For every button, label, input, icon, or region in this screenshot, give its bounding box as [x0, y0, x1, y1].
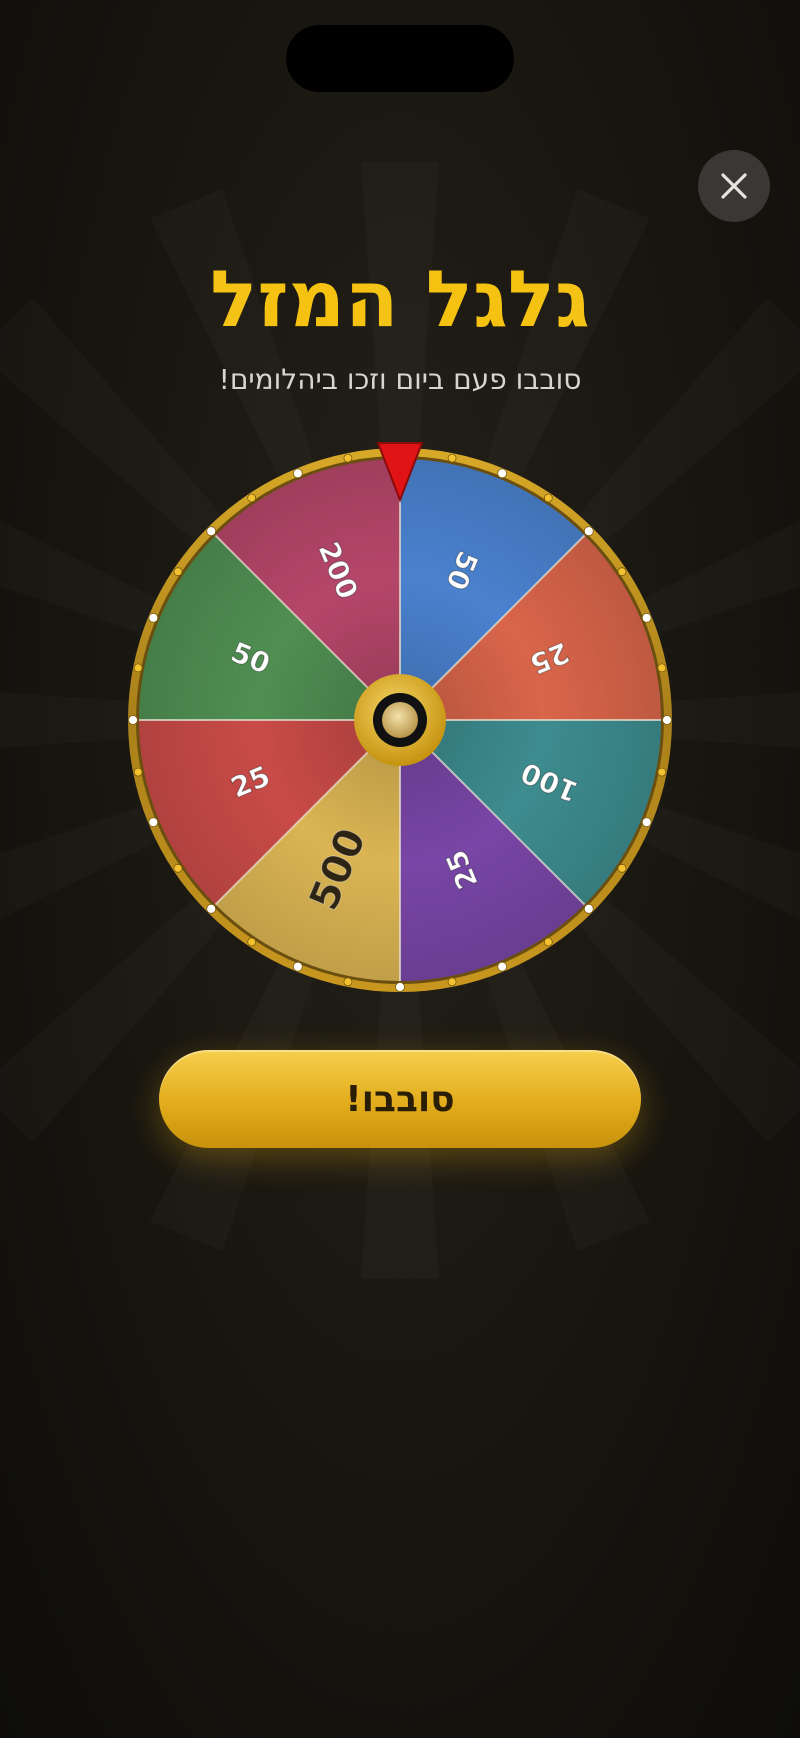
rim-stud	[173, 567, 183, 577]
rim-stud	[583, 526, 594, 537]
rim-stud	[343, 977, 353, 987]
rim-stud	[148, 612, 159, 623]
rim-stud	[292, 468, 303, 479]
rim-stud	[206, 903, 217, 914]
spin-button[interactable]: סובבו!	[159, 1050, 641, 1148]
rim-stud	[641, 612, 652, 623]
rim-stud	[148, 817, 159, 828]
rim-stud	[497, 961, 508, 972]
rim-stud	[247, 937, 257, 947]
rim-stud	[133, 663, 143, 673]
rim-stud	[662, 715, 672, 725]
rim-stud	[657, 767, 667, 777]
rim-stud	[206, 526, 217, 537]
rim-stud	[617, 863, 627, 873]
rim-stud	[617, 567, 627, 577]
wheel-hub	[354, 674, 446, 766]
rim-stud	[247, 493, 257, 503]
rim-stud	[447, 977, 457, 987]
rim-stud	[292, 961, 303, 972]
prize-wheel[interactable]: 5025100255002550200	[0, 0, 800, 1738]
rim-stud	[133, 767, 143, 777]
rim-stud	[543, 937, 553, 947]
rim-stud	[543, 493, 553, 503]
rim-stud	[583, 903, 594, 914]
rim-stud	[128, 715, 138, 725]
spin-button-label: סובבו!	[345, 1078, 455, 1120]
rim-stud	[447, 453, 457, 463]
rim-stud	[343, 453, 353, 463]
rim-stud	[497, 468, 508, 479]
rim-stud	[657, 663, 667, 673]
rim-stud	[173, 863, 183, 873]
rim-stud	[395, 982, 405, 992]
rim-stud	[641, 817, 652, 828]
